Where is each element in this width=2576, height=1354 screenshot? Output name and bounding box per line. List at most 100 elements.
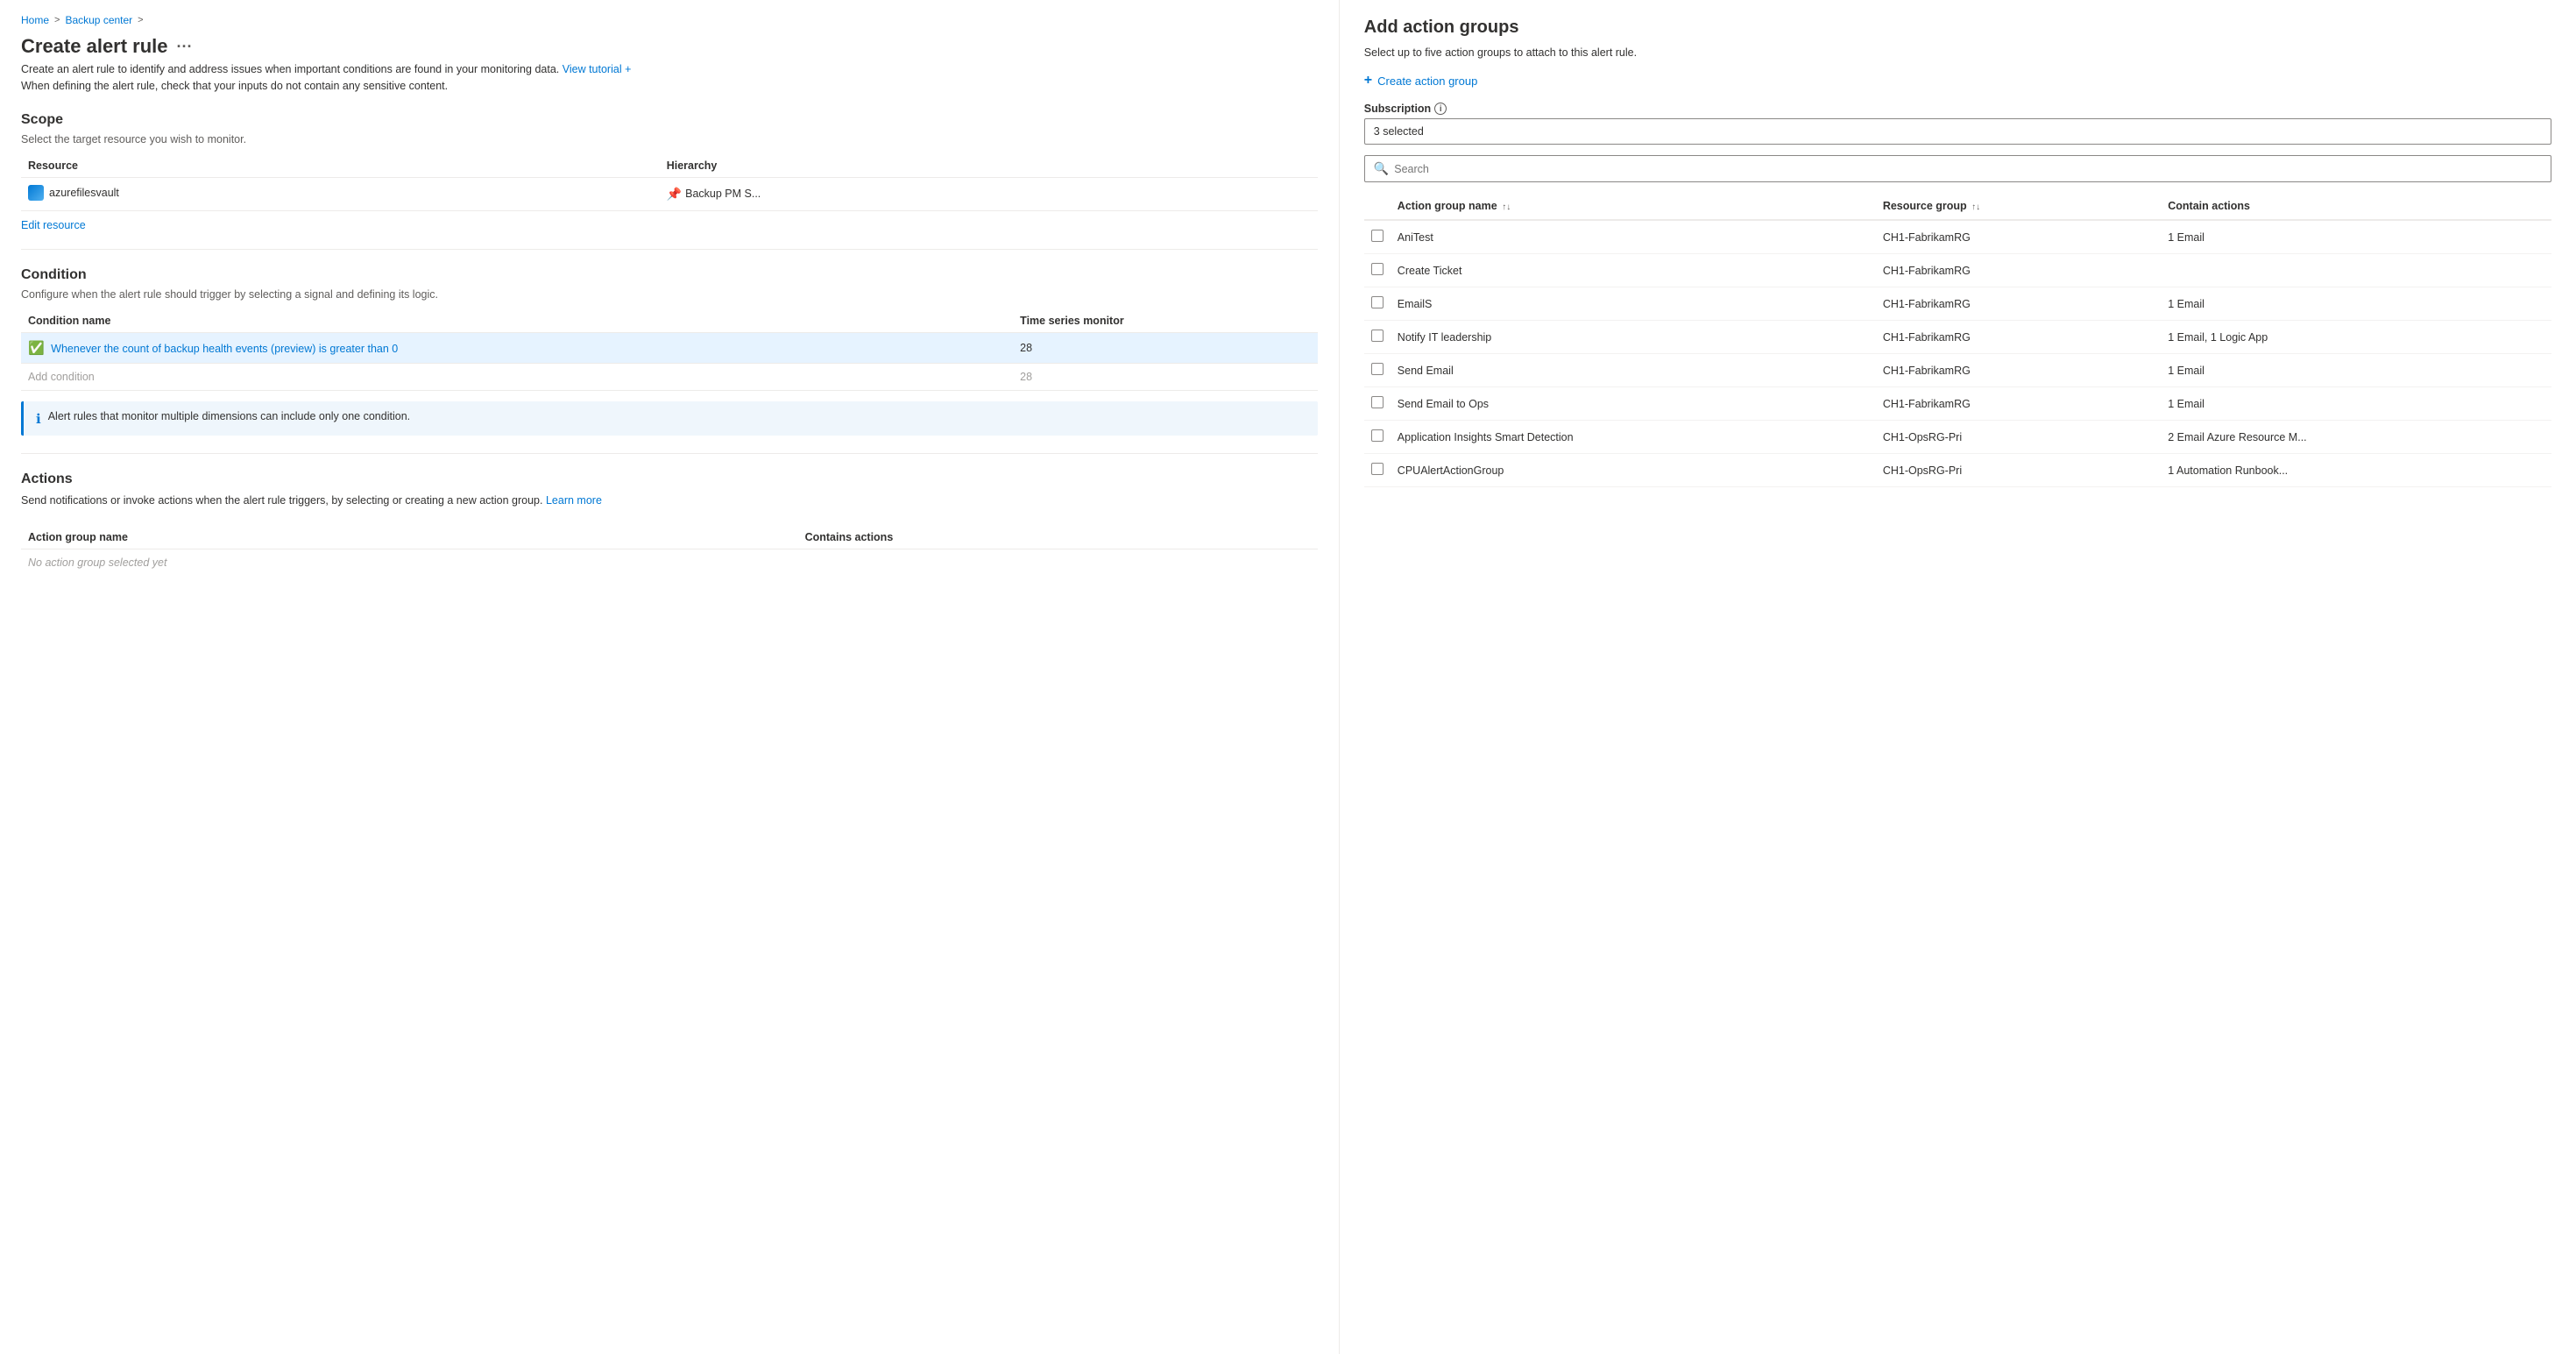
contain-actions-cell: 1 Email, 1 Logic App xyxy=(2161,321,2551,354)
ag-name-cell: EmailS xyxy=(1391,287,1876,321)
list-item[interactable]: EmailS CH1-FabrikamRG 1 Email xyxy=(1364,287,2551,321)
rg-name-cell: CH1-FabrikamRG xyxy=(1876,287,2161,321)
ag-name-sort-icon[interactable]: ↑↓ xyxy=(1502,202,1511,212)
learn-more-link[interactable]: Learn more xyxy=(546,494,602,507)
list-item[interactable]: Application Insights Smart Detection CH1… xyxy=(1364,421,2551,454)
breadcrumb-sep1: > xyxy=(54,15,60,25)
left-panel: Home > Backup center > Create alert rule… xyxy=(0,0,1340,1354)
panel-title: Add action groups xyxy=(1364,18,2551,38)
row-checkbox[interactable] xyxy=(1371,363,1384,375)
row-checkbox[interactable] xyxy=(1371,429,1384,442)
view-tutorial-link[interactable]: View tutorial + xyxy=(563,63,632,75)
subscription-info-icon[interactable]: i xyxy=(1434,103,1447,115)
row-checkbox[interactable] xyxy=(1371,396,1384,408)
ag-name-cell: Notify IT leadership xyxy=(1391,321,1876,354)
subscription-dropdown[interactable]: 3 selected xyxy=(1364,118,2551,145)
vault-icon xyxy=(28,185,44,201)
contain-actions-cell: 1 Email xyxy=(2161,287,2551,321)
row-checkbox-cell xyxy=(1364,454,1391,487)
condition-subtitle: Configure when the alert rule should tri… xyxy=(21,288,1318,301)
resource-name: azurefilesvault xyxy=(21,177,660,210)
row-checkbox-cell xyxy=(1364,421,1391,454)
ag-name-cell: CPUAlertActionGroup xyxy=(1391,454,1876,487)
search-box[interactable]: 🔍 xyxy=(1364,155,2551,182)
subscription-label: Subscription i xyxy=(1364,103,2551,115)
list-item[interactable]: Notify IT leadership CH1-FabrikamRG 1 Em… xyxy=(1364,321,2551,354)
search-icon: 🔍 xyxy=(1374,161,1389,176)
col-time-series: Time series monitor xyxy=(1013,309,1318,333)
hierarchy-pin-icon: 📌 xyxy=(667,187,682,202)
section-divider-2 xyxy=(21,453,1318,454)
actions-title: Actions xyxy=(21,471,1318,487)
breadcrumb-home[interactable]: Home xyxy=(21,14,49,26)
row-checkbox[interactable] xyxy=(1371,230,1384,242)
contain-actions-cell: 1 Automation Runbook... xyxy=(2161,454,2551,487)
rg-name-cell: CH1-OpsRG-Pri xyxy=(1876,454,2161,487)
scope-subtitle: Select the target resource you wish to m… xyxy=(21,133,1318,145)
edit-resource-link[interactable]: Edit resource xyxy=(21,219,86,231)
condition-name-link[interactable]: Whenever the count of backup health even… xyxy=(51,343,398,355)
rg-sort-icon[interactable]: ↑↓ xyxy=(1971,202,1980,212)
add-condition-monitor: 28 xyxy=(1013,363,1318,390)
create-action-btn-label: Create action group xyxy=(1377,74,1477,88)
row-checkbox-cell xyxy=(1364,254,1391,287)
contain-actions-cell: 2 Email Azure Resource M... xyxy=(2161,421,2551,454)
more-options-button[interactable]: ··· xyxy=(177,38,193,56)
plus-icon: + xyxy=(1364,73,1372,89)
no-action-selected: No action group selected yet xyxy=(21,549,798,577)
resource-hierarchy: 📌 Backup PM S... xyxy=(660,177,1318,210)
ag-name-cell: Create Ticket xyxy=(1391,254,1876,287)
row-checkbox-cell xyxy=(1364,354,1391,387)
condition-table: Condition name Time series monitor ✅ Whe… xyxy=(21,309,1318,391)
ag-name-cell: AniTest xyxy=(1391,220,1876,254)
resource-table: Resource Hierarchy azurefilesvault 📌 Bac… xyxy=(21,154,1318,211)
page-title-row: Create alert rule ··· xyxy=(21,35,1318,58)
rg-name-cell: CH1-FabrikamRG xyxy=(1876,254,2161,287)
info-text: Alert rules that monitor multiple dimens… xyxy=(48,410,410,422)
action-groups-table: Action group name ↑↓ Resource group ↑↓ C… xyxy=(1364,193,2551,487)
add-condition-text: Add condition xyxy=(21,363,1013,390)
search-input[interactable] xyxy=(1394,163,2542,175)
description: Create an alert rule to identify and add… xyxy=(21,61,1318,95)
hierarchy-text: Backup PM S... xyxy=(685,188,761,200)
breadcrumb-backup-center[interactable]: Backup center xyxy=(65,14,132,26)
table-row: azurefilesvault 📌 Backup PM S... xyxy=(21,177,1318,210)
contain-actions-cell: 1 Email xyxy=(2161,387,2551,421)
add-condition-row[interactable]: Add condition 28 xyxy=(21,363,1318,390)
condition-title: Condition xyxy=(21,267,1318,283)
row-checkbox[interactable] xyxy=(1371,330,1384,342)
info-box: ℹ Alert rules that monitor multiple dime… xyxy=(21,401,1318,436)
condition-check-icon: ✅ xyxy=(28,341,45,356)
section-divider-1 xyxy=(21,249,1318,250)
row-checkbox[interactable] xyxy=(1371,463,1384,475)
info-icon: ℹ xyxy=(36,411,41,427)
contain-actions-cell: 1 Email xyxy=(2161,354,2551,387)
condition-monitor-cell: 28 xyxy=(1013,332,1318,363)
list-item[interactable]: AniTest CH1-FabrikamRG 1 Email xyxy=(1364,220,2551,254)
resource-name-text: azurefilesvault xyxy=(49,187,119,199)
rg-name-cell: CH1-OpsRG-Pri xyxy=(1876,421,2161,454)
col-action-group-name: Action group name xyxy=(21,526,798,549)
col-checkbox xyxy=(1364,193,1391,220)
row-checkbox-cell xyxy=(1364,321,1391,354)
list-item[interactable]: Send Email CH1-FabrikamRG 1 Email xyxy=(1364,354,2551,387)
col-condition-name: Condition name xyxy=(21,309,1013,333)
row-checkbox[interactable] xyxy=(1371,263,1384,275)
list-item[interactable]: CPUAlertActionGroup CH1-OpsRG-Pri 1 Auto… xyxy=(1364,454,2551,487)
contain-actions-cell: 1 Email xyxy=(2161,220,2551,254)
rg-name-cell: CH1-FabrikamRG xyxy=(1876,354,2161,387)
rg-name-cell: CH1-FabrikamRG xyxy=(1876,321,2161,354)
create-action-group-button[interactable]: + Create action group xyxy=(1364,73,1478,89)
contain-actions-cell xyxy=(2161,254,2551,287)
row-checkbox-cell xyxy=(1364,220,1391,254)
actions-subtitle: Send notifications or invoke actions whe… xyxy=(21,493,1318,509)
actions-table: Action group name Contains actions No ac… xyxy=(21,526,1318,576)
list-item[interactable]: Create Ticket CH1-FabrikamRG xyxy=(1364,254,2551,287)
col-resource: Resource xyxy=(21,154,660,178)
rg-name-cell: CH1-FabrikamRG xyxy=(1876,220,2161,254)
row-checkbox[interactable] xyxy=(1371,296,1384,308)
list-item[interactable]: Send Email to Ops CH1-FabrikamRG 1 Email xyxy=(1364,387,2551,421)
row-checkbox-cell xyxy=(1364,287,1391,321)
col-hierarchy: Hierarchy xyxy=(660,154,1318,178)
breadcrumb-sep2: > xyxy=(138,15,143,25)
